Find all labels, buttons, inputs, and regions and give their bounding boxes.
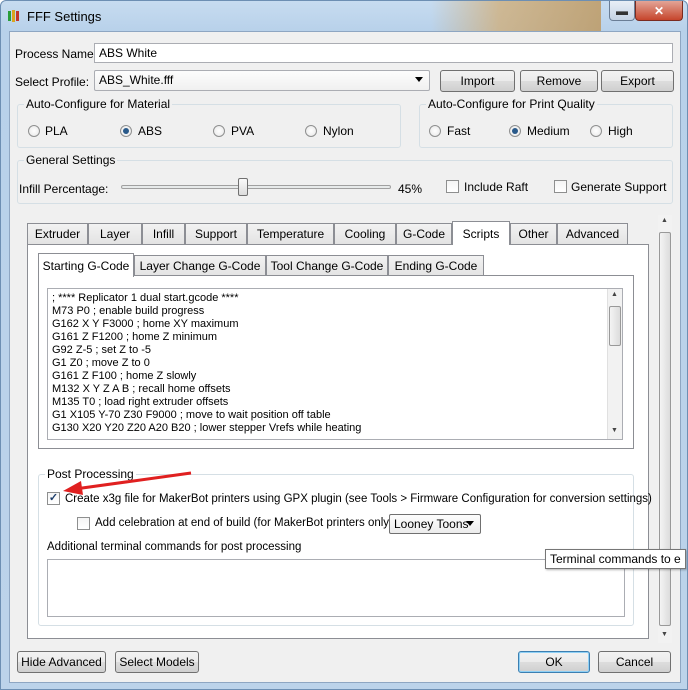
title-bar[interactable]: FFF Settings ▬ ✕ <box>1 1 687 31</box>
tab-other[interactable]: Other <box>510 223 557 244</box>
generate-support-label: Generate Support <box>571 180 667 194</box>
tab-temperature[interactable]: Temperature <box>247 223 334 244</box>
subtab-ending-gcode[interactable]: Ending G-Code <box>388 255 484 276</box>
radio-medium-label: Medium <box>527 124 570 138</box>
radio-high[interactable] <box>590 125 602 137</box>
material-group: Auto-Configure for Material PLA ABS PVA … <box>17 97 401 148</box>
terminal-commands-input[interactable] <box>47 559 625 617</box>
gcode-line: M73 P0 ; enable build progress <box>52 305 205 317</box>
gcode-lines: ; **** Replicator 1 dual start.gcode ***… <box>48 289 622 435</box>
scroll-down-icon[interactable]: ▼ <box>661 631 668 638</box>
radio-pla[interactable] <box>28 125 40 137</box>
starting-gcode-editor[interactable]: ; **** Replicator 1 dual start.gcode ***… <box>47 288 623 440</box>
red-arrow-icon <box>63 471 192 495</box>
process-name-input[interactable]: ABS White <box>94 43 673 63</box>
gcode-line: G92 Z-5 ; set Z to -5 <box>52 344 152 356</box>
tab-cooling[interactable]: Cooling <box>334 223 396 244</box>
fff-settings-window: FFF Settings ▬ ✕ Process Name: ABS White… <box>0 0 688 690</box>
tab-scripts[interactable]: Scripts <box>452 221 510 245</box>
generate-support-checkbox[interactable] <box>554 180 567 193</box>
scroll-down-icon[interactable]: ▼ <box>611 427 618 434</box>
import-button[interactable]: Import <box>440 70 515 92</box>
include-raft-label: Include Raft <box>464 180 529 194</box>
chevron-down-icon <box>466 521 474 526</box>
gcode-line: G1 Z0 ; move Z to 0 <box>52 357 150 369</box>
export-button[interactable]: Export <box>601 70 674 92</box>
close-button[interactable]: ✕ <box>635 1 683 21</box>
infill-slider-handle[interactable] <box>237 178 248 196</box>
cancel-button[interactable]: Cancel <box>598 651 671 673</box>
settings-scrollbar[interactable]: ▲ ▼ <box>658 215 672 643</box>
material-group-title: Auto-Configure for Material <box>24 97 173 111</box>
radio-nylon-label: Nylon <box>323 124 354 138</box>
gcode-scrollbar[interactable]: ▲ ▼ <box>607 289 622 439</box>
profile-select[interactable]: ABS_White.fff <box>94 70 430 91</box>
gcode-line: G1 X105 Y-70 Z30 F9000 ; move to wait po… <box>52 409 331 421</box>
starting-gcode-panel: ; **** Replicator 1 dual start.gcode ***… <box>38 275 634 449</box>
celebration-checkbox[interactable] <box>77 517 90 530</box>
tab-advanced[interactable]: Advanced <box>557 223 628 244</box>
general-settings-title: General Settings <box>24 153 118 167</box>
profile-select-value: ABS_White.fff <box>99 73 174 87</box>
select-models-button[interactable]: Select Models <box>115 651 199 673</box>
subtab-layer-change-gcode[interactable]: Layer Change G-Code <box>134 255 266 276</box>
gcode-line: M135 T0 ; load right extruder offsets <box>52 396 229 408</box>
tab-support[interactable]: Support <box>185 223 247 244</box>
radio-abs[interactable] <box>120 125 132 137</box>
chevron-down-icon <box>415 77 423 82</box>
tab-infill[interactable]: Infill <box>142 223 185 244</box>
celebration-select[interactable]: Looney Toons <box>389 514 481 534</box>
radio-high-label: High <box>608 124 633 138</box>
gcode-line: G130 X20 Y20 Z20 A20 B20 ; lower stepper… <box>52 422 362 434</box>
ok-button[interactable]: OK <box>518 651 590 673</box>
hide-advanced-button[interactable]: Hide Advanced <box>17 651 106 673</box>
gcode-line: G162 X Y F3000 ; home XY maximum <box>52 318 239 330</box>
scripts-tab-panel: Starting G-Code Layer Change G-Code Tool… <box>27 244 652 639</box>
terminal-commands-label: Additional terminal commands for post pr… <box>47 541 302 553</box>
celebration-select-value: Looney Toons <box>394 517 469 531</box>
gcode-line: M132 X Y Z A B ; recall home offsets <box>52 383 231 395</box>
gcode-line: ; **** Replicator 1 dual start.gcode ***… <box>52 292 239 304</box>
process-name-label: Process Name: <box>15 47 98 61</box>
window-title: FFF Settings <box>27 9 102 24</box>
radio-pva[interactable] <box>213 125 225 137</box>
tab-layer[interactable]: Layer <box>88 223 142 244</box>
radio-fast[interactable] <box>429 125 441 137</box>
general-settings-group: General Settings Infill Percentage: 45% … <box>17 153 673 204</box>
infill-percentage-label: Infill Percentage: <box>19 182 109 196</box>
gcode-line: G161 Z F100 ; home Z slowly <box>52 370 197 382</box>
terminal-commands-tooltip: Terminal commands to e <box>545 549 686 569</box>
gcode-line: G161 Z F1200 ; home Z minimum <box>52 331 218 343</box>
radio-abs-label: ABS <box>138 124 163 138</box>
select-profile-label: Select Profile: <box>15 75 90 89</box>
infill-slider-track[interactable] <box>121 185 391 189</box>
radio-pla-label: PLA <box>45 124 68 138</box>
scroll-up-icon[interactable]: ▲ <box>661 217 668 224</box>
include-raft-checkbox[interactable] <box>446 180 459 193</box>
desktop-wallpaper-strip <box>431 1 601 31</box>
tab-extruder[interactable]: Extruder <box>27 223 88 244</box>
infill-percentage-value: 45% <box>398 182 423 196</box>
subtab-starting-gcode[interactable]: Starting G-Code <box>38 253 134 277</box>
settings-tabs: Extruder Layer Infill Support Temperatur… <box>27 221 652 639</box>
subtab-tool-change-gcode[interactable]: Tool Change G-Code <box>266 255 388 276</box>
minimize-button[interactable]: ▬ <box>609 1 635 21</box>
tab-gcode[interactable]: G-Code <box>396 223 452 244</box>
gcode-scrollbar-thumb[interactable] <box>609 306 621 346</box>
simplify3d-icon <box>8 10 19 22</box>
quality-group-title: Auto-Configure for Print Quality <box>426 97 597 111</box>
radio-fast-label: Fast <box>447 124 471 138</box>
remove-button[interactable]: Remove <box>520 70 598 92</box>
quality-group: Auto-Configure for Print Quality Fast Me… <box>419 97 673 148</box>
celebration-label: Add celebration at end of build (for Mak… <box>95 517 393 529</box>
radio-medium[interactable] <box>509 125 521 137</box>
radio-nylon[interactable] <box>305 125 317 137</box>
radio-pva-label: PVA <box>231 124 255 138</box>
scroll-up-icon[interactable]: ▲ <box>611 291 618 298</box>
